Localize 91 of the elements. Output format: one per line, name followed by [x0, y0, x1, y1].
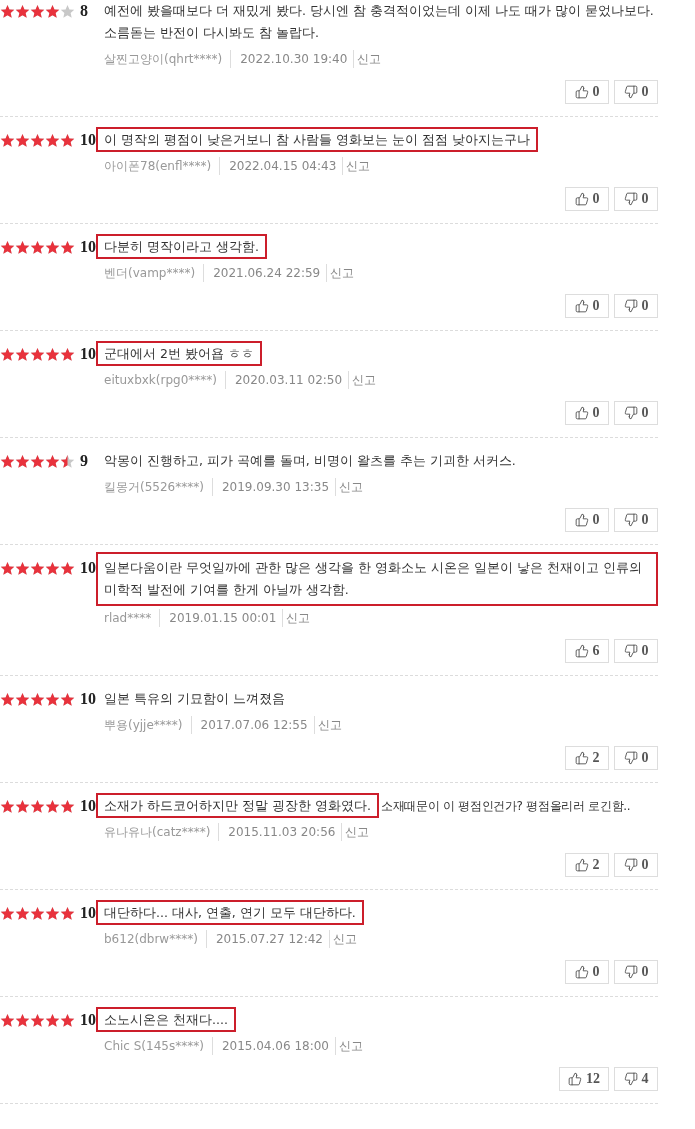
- thumbs-down-icon: [623, 85, 638, 99]
- dislike-button[interactable]: 0: [614, 80, 658, 104]
- score: 10: [80, 345, 96, 363]
- thumbs-up-icon: [574, 644, 589, 658]
- like-button[interactable]: 0: [565, 80, 609, 104]
- review-text: 예전에 봤을때보다 더 재밌게 봤다. 당시엔 참 충격적이었는데 이제 나도 때가 많이 묻었나보다. 소름돋는 반전이 다시봐도 참 놀랍다.: [104, 3, 654, 40]
- thumbs-up-icon: [574, 299, 589, 313]
- like-button[interactable]: 0: [565, 960, 609, 984]
- review-date: 2017.07.06 12:55: [190, 716, 314, 734]
- thumbs-up-icon: [574, 85, 589, 99]
- dislike-button[interactable]: 0: [614, 746, 658, 770]
- thumbs-down-icon: [623, 1072, 638, 1086]
- review-date: 2015.11.03 20:56: [218, 823, 342, 841]
- score: 10: [80, 559, 96, 577]
- thumbs-down-icon: [623, 751, 638, 765]
- review-text: 이 명작의 평점이 낮은거보니 참 사람들 영화보는 눈이 점점 낮아지는구나: [104, 132, 530, 147]
- thumbs-down-icon: [623, 299, 638, 313]
- author-name: 뿌용(yjje****): [104, 717, 183, 734]
- report-link[interactable]: 신고: [353, 50, 382, 68]
- review-date: 2022.04.15 04:43: [219, 157, 343, 175]
- score: 10: [80, 131, 96, 149]
- review-text: 일본다움이란 무엇일까에 관한 많은 생각을 한 영화소노 시온은 일본이 낳은 천재이고 인류의 미학적 발전에 기여를 한게 아닐까 생각함.: [104, 560, 642, 597]
- review-date: 2021.06.24 22:59: [203, 264, 327, 282]
- report-link[interactable]: 신고: [342, 157, 371, 175]
- review-date: 2022.10.30 19:40: [230, 50, 354, 68]
- author-name: eituxbxk(rpg0****): [104, 372, 217, 389]
- author-name: 아이폰78(enfl****): [104, 158, 212, 175]
- dislike-button[interactable]: 0: [614, 853, 658, 877]
- like-button[interactable]: 0: [565, 508, 609, 532]
- review-date: 2019.01.15 00:01: [159, 609, 283, 627]
- review-date: 2015.04.06 18:00: [211, 1037, 335, 1055]
- like-button[interactable]: 0: [565, 294, 609, 318]
- author-name: 유나유나(catz****): [104, 824, 211, 841]
- thumbs-down-icon: [623, 513, 638, 527]
- review-date: 2015.07.27 12:42: [205, 930, 329, 948]
- report-link[interactable]: 신고: [313, 716, 342, 734]
- thumbs-up-icon: [568, 1072, 582, 1086]
- report-link[interactable]: 신고: [335, 1037, 363, 1055]
- score: 10: [80, 690, 96, 708]
- report-link[interactable]: 신고: [348, 371, 377, 389]
- review-text: 악몽이 진행하고, 피가 곡예를 돌며, 비명이 왈츠를 추는 기괴한 서커스.: [104, 453, 516, 468]
- thumbs-down-icon: [623, 858, 638, 872]
- review-text: 소재때문이 이 평점인건가? 평점올리러 로긴함..: [380, 799, 631, 813]
- thumbs-up-icon: [574, 751, 589, 765]
- author-name: Chic S(145s****): [104, 1038, 204, 1055]
- score: 10: [80, 238, 96, 256]
- score: 8: [80, 2, 88, 20]
- dislike-button[interactable]: 0: [614, 187, 658, 211]
- thumbs-down-icon: [623, 644, 638, 658]
- review-text: 다분히 명작이라고 생각함.: [104, 239, 259, 254]
- review-date: 2020.03.11 02:50: [224, 371, 349, 389]
- report-link[interactable]: 신고: [282, 609, 311, 627]
- like-button[interactable]: 12: [559, 1067, 609, 1091]
- thumbs-up-icon: [574, 192, 589, 206]
- review-text: 일본 특유의 기묘함이 느껴졌음: [104, 691, 285, 706]
- dislike-button[interactable]: 0: [614, 401, 658, 425]
- review-date: 2019.09.30 13:35: [211, 478, 335, 496]
- author-name: rlad****: [104, 610, 152, 627]
- review-text: 대단하다... 대사, 연출, 연기 모두 대단하다.: [104, 905, 356, 920]
- author-name: 살찐고양이(qhrt****): [104, 51, 223, 68]
- report-link[interactable]: 신고: [341, 823, 370, 841]
- score: 10: [80, 797, 96, 815]
- dislike-button[interactable]: 0: [614, 960, 658, 984]
- like-button[interactable]: 2: [565, 853, 609, 877]
- report-link[interactable]: 신고: [326, 264, 355, 282]
- thumbs-down-icon: [623, 192, 638, 206]
- dislike-button[interactable]: 0: [614, 508, 658, 532]
- like-button[interactable]: 2: [565, 746, 609, 770]
- report-link[interactable]: 신고: [329, 930, 357, 948]
- review-text: 군대에서 2번 봤어욥 ㅎㅎ: [104, 346, 254, 361]
- like-button[interactable]: 6: [565, 639, 609, 663]
- score: 10: [80, 904, 96, 922]
- like-button[interactable]: 0: [565, 401, 609, 425]
- review-text: 소재가 하드코어하지만 정말 굉장한 영화였다.: [104, 798, 371, 813]
- score: 9: [80, 452, 88, 470]
- author-name: 벤더(vamp****): [104, 265, 196, 282]
- score: 10: [80, 1011, 96, 1029]
- author-name: 킬몽거(5526****): [104, 479, 204, 496]
- thumbs-up-icon: [574, 858, 589, 872]
- dislike-button[interactable]: 4: [614, 1067, 658, 1091]
- dislike-button[interactable]: 0: [614, 639, 658, 663]
- author-name: b612(dbrw****): [104, 931, 198, 948]
- thumbs-up-icon: [574, 513, 589, 527]
- thumbs-up-icon: [574, 965, 589, 979]
- review-text: 소노시온은 천재다....: [104, 1012, 228, 1027]
- thumbs-down-icon: [623, 406, 638, 420]
- report-link[interactable]: 신고: [335, 478, 363, 496]
- like-button[interactable]: 0: [565, 187, 609, 211]
- thumbs-down-icon: [623, 965, 638, 979]
- thumbs-up-icon: [574, 406, 589, 420]
- dislike-button[interactable]: 0: [614, 294, 658, 318]
